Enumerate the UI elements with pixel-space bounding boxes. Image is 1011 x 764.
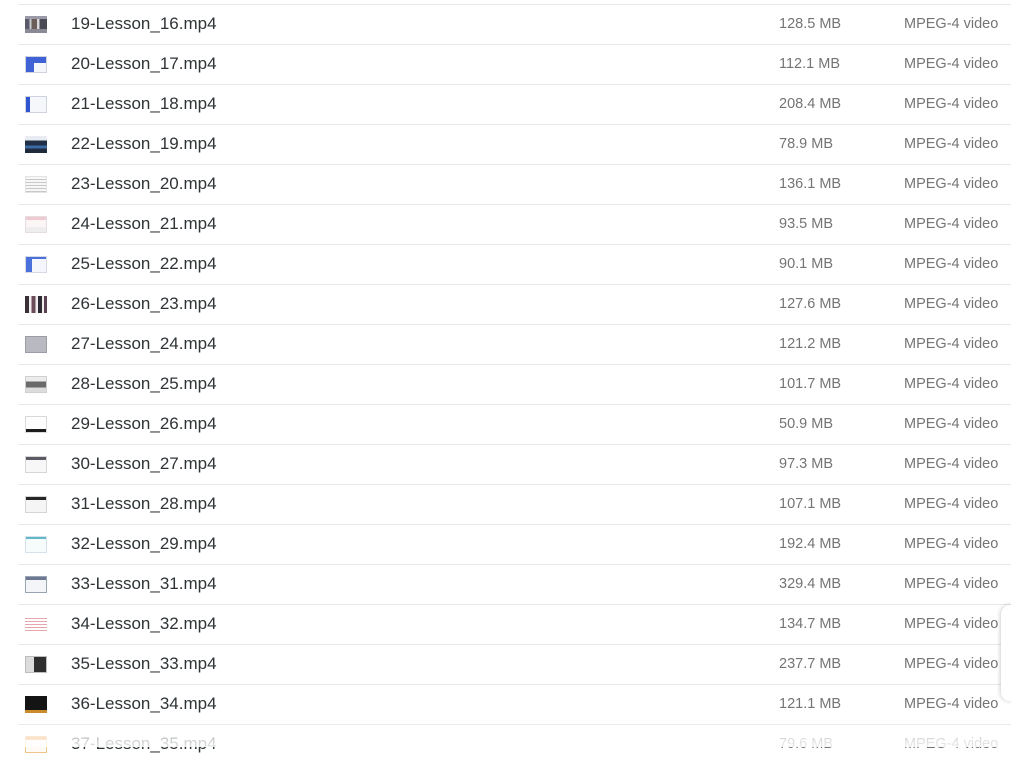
file-row[interactable]: 22-Lesson_19.mp4 78.9 MB MPEG-4 video <box>18 124 1011 164</box>
video-thumbnail-icon <box>25 136 47 153</box>
video-thumbnail-icon <box>25 496 47 513</box>
file-type: MPEG-4 video <box>904 176 999 192</box>
file-size: 121.2 MB <box>779 336 842 352</box>
file-row[interactable]: 31-Lesson_28.mp4 107.1 MB MPEG-4 video <box>18 484 1011 524</box>
file-row[interactable]: 20-Lesson_17.mp4 112.1 MB MPEG-4 video <box>18 44 1011 84</box>
file-name: 35-Lesson_33.mp4 <box>71 654 217 673</box>
video-thumbnail-icon <box>25 536 47 553</box>
file-type: MPEG-4 video <box>904 416 999 432</box>
file-row[interactable]: 32-Lesson_29.mp4 192.4 MB MPEG-4 video <box>18 524 1011 564</box>
file-type: MPEG-4 video <box>904 216 999 232</box>
file-size: 136.1 MB <box>779 176 842 192</box>
file-size: 237.7 MB <box>779 656 842 672</box>
file-row[interactable]: 30-Lesson_27.mp4 97.3 MB MPEG-4 video <box>18 444 1011 484</box>
file-name: 25-Lesson_22.mp4 <box>71 254 217 273</box>
file-type: MPEG-4 video <box>904 96 999 112</box>
video-thumbnail-icon <box>25 656 47 673</box>
file-type: MPEG-4 video <box>904 256 999 272</box>
video-thumbnail-icon <box>25 736 47 753</box>
file-type: MPEG-4 video <box>904 296 999 312</box>
file-size: 192.4 MB <box>779 536 842 552</box>
file-list: 19-Lesson_16.mp4 128.5 MB MPEG-4 video 20-L… <box>18 4 1011 764</box>
file-name: 37-Lesson_35.mp4 <box>71 734 217 753</box>
video-thumbnail-icon <box>25 336 47 353</box>
file-type: MPEG-4 video <box>904 536 999 552</box>
file-name: 29-Lesson_26.mp4 <box>71 414 217 433</box>
file-size: 97.3 MB <box>779 456 833 472</box>
video-thumbnail-icon <box>25 176 47 193</box>
video-thumbnail-icon <box>25 456 47 473</box>
file-size: 112.1 MB <box>779 56 840 72</box>
file-type: MPEG-4 video <box>904 16 999 32</box>
file-name: 21-Lesson_18.mp4 <box>71 94 217 113</box>
video-thumbnail-icon <box>25 256 47 273</box>
file-name: 23-Lesson_20.mp4 <box>71 174 217 193</box>
file-row[interactable]: 27-Lesson_24.mp4 121.2 MB MPEG-4 video <box>18 324 1011 364</box>
file-name: 33-Lesson_31.mp4 <box>71 574 217 593</box>
file-type: MPEG-4 video <box>904 376 999 392</box>
file-row[interactable]: 34-Lesson_32.mp4 134.7 MB MPEG-4 video <box>18 604 1011 644</box>
video-thumbnail-icon <box>25 576 47 593</box>
file-row[interactable]: 26-Lesson_23.mp4 127.6 MB MPEG-4 video <box>18 284 1011 324</box>
overlay-panel-edge[interactable] <box>1001 605 1011 701</box>
file-row[interactable]: 33-Lesson_31.mp4 329.4 MB MPEG-4 video <box>18 564 1011 604</box>
file-name: 26-Lesson_23.mp4 <box>71 294 217 313</box>
file-type: MPEG-4 video <box>904 616 999 632</box>
file-name: 19-Lesson_16.mp4 <box>71 14 217 33</box>
file-row[interactable]: 29-Lesson_26.mp4 50.9 MB MPEG-4 video <box>18 404 1011 444</box>
file-size: 79.6 MB <box>779 736 833 752</box>
video-thumbnail-icon <box>25 416 47 433</box>
file-row[interactable]: 24-Lesson_21.mp4 93.5 MB MPEG-4 video <box>18 204 1011 244</box>
video-thumbnail-icon <box>25 16 47 33</box>
file-type: MPEG-4 video <box>904 456 999 472</box>
file-size: 90.1 MB <box>779 256 833 272</box>
video-thumbnail-icon <box>25 376 47 393</box>
file-size: 93.5 MB <box>779 216 833 232</box>
video-thumbnail-icon <box>25 616 47 633</box>
file-size: 128.5 MB <box>779 16 842 32</box>
file-row[interactable]: 25-Lesson_22.mp4 90.1 MB MPEG-4 video <box>18 244 1011 284</box>
file-type: MPEG-4 video <box>904 656 999 672</box>
file-size: 107.1 MB <box>779 496 842 512</box>
file-type: MPEG-4 video <box>904 136 999 152</box>
file-row[interactable]: 36-Lesson_34.mp4 121.1 MB MPEG-4 video <box>18 684 1011 724</box>
file-row[interactable]: 23-Lesson_20.mp4 136.1 MB MPEG-4 video <box>18 164 1011 204</box>
file-name: 22-Lesson_19.mp4 <box>71 134 217 153</box>
file-size: 50.9 MB <box>779 416 833 432</box>
file-size: 101.7 MB <box>779 376 842 392</box>
file-type: MPEG-4 video <box>904 576 999 592</box>
video-thumbnail-icon <box>25 56 47 73</box>
file-size: 329.4 MB <box>779 576 842 592</box>
file-size: 121.1 MB <box>779 696 842 712</box>
file-size: 134.7 MB <box>779 616 842 632</box>
file-row[interactable]: 21-Lesson_18.mp4 208.4 MB MPEG-4 video <box>18 84 1011 124</box>
file-name: 31-Lesson_28.mp4 <box>71 494 217 513</box>
file-type: MPEG-4 video <box>904 696 999 712</box>
file-type: MPEG-4 video <box>904 496 999 512</box>
file-size: 78.9 MB <box>779 136 833 152</box>
file-size: 208.4 MB <box>779 96 842 112</box>
video-thumbnail-icon <box>25 216 47 233</box>
file-name: 27-Lesson_24.mp4 <box>71 334 217 353</box>
file-type: MPEG-4 video <box>904 736 999 752</box>
file-row[interactable]: 35-Lesson_33.mp4 237.7 MB MPEG-4 video <box>18 644 1011 684</box>
file-name: 36-Lesson_34.mp4 <box>71 694 217 713</box>
file-row[interactable]: 19-Lesson_16.mp4 128.5 MB MPEG-4 video <box>18 4 1011 44</box>
file-name: 30-Lesson_27.mp4 <box>71 454 217 473</box>
file-size: 127.6 MB <box>779 296 842 312</box>
file-name: 20-Lesson_17.mp4 <box>71 54 217 73</box>
video-thumbnail-icon <box>25 696 47 713</box>
file-type: MPEG-4 video <box>904 56 999 72</box>
file-name: 34-Lesson_32.mp4 <box>71 614 217 633</box>
file-name: 32-Lesson_29.mp4 <box>71 534 217 553</box>
file-row[interactable]: 28-Lesson_25.mp4 101.7 MB MPEG-4 video <box>18 364 1011 404</box>
video-thumbnail-icon <box>25 96 47 113</box>
file-type: MPEG-4 video <box>904 336 999 352</box>
file-name: 28-Lesson_25.mp4 <box>71 374 217 393</box>
file-name: 24-Lesson_21.mp4 <box>71 214 217 233</box>
file-row[interactable]: 37-Lesson_35.mp4 79.6 MB MPEG-4 video <box>18 724 1011 764</box>
video-thumbnail-icon <box>25 296 47 313</box>
